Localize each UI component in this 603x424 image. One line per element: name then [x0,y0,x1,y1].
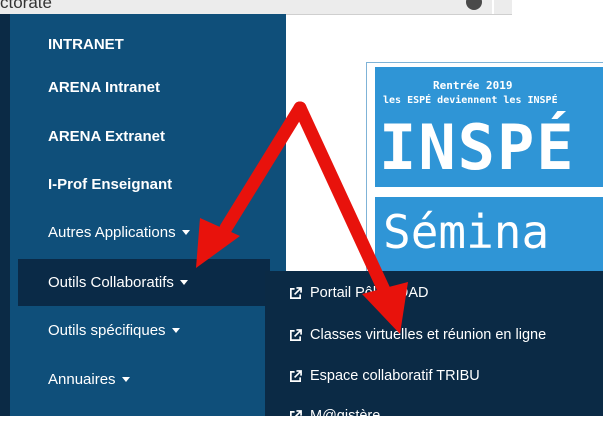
outils-collaboratifs-dropdown: Portail Pôle FOAD Classes virtuelles et … [265,271,603,424]
sidebar-item-arena-intranet[interactable]: ARENA Intranet [18,64,286,111]
banner-top-panel: Rentrée 2019 les ESPÉ deviennent les INS… [375,67,603,187]
sidebar-item-label: Outils spécifiques [48,322,166,339]
sidebar-item-label: INTRANET [48,36,124,53]
top-search-bar: ctorate [0,0,512,15]
sidebar-item-arena-extranet[interactable]: ARENA Extranet [18,113,286,160]
external-link-icon [290,286,302,299]
dropdown-item-label: Espace collaboratif TRIBU [310,368,480,384]
banner-gap [375,187,603,197]
banner-inspe-logo: INSPÉ [379,111,576,184]
caret-down-icon [121,377,130,382]
caret-down-icon [179,280,188,285]
inspe-banner[interactable]: Rentrée 2019 les ESPÉ deviennent les INS… [366,62,603,275]
sidebar-menu: INTRANET ARENA Intranet ARENA Extranet I… [10,14,286,416]
breadcrumb: ctorate [0,0,52,12]
sidebar-item-annuaires[interactable]: Annuaires [18,356,286,403]
caret-down-icon [171,328,180,333]
external-link-icon [290,369,302,382]
dropdown-item-espace-tribu[interactable]: Espace collaboratif TRIBU [289,368,480,384]
banner-line1: Rentrée 2019 [433,79,513,92]
sidebar-item-label: ARENA Intranet [48,79,160,96]
sidebar-item-intranet[interactable]: INTRANET [18,21,286,68]
sidebar-item-label: Autres Applications [48,224,176,241]
dropdown-item-label: Classes virtuelles et réunion en ligne [310,327,547,343]
banner-bottom-panel: Sémina [375,197,603,275]
external-link-icon [290,409,302,422]
sidebar-item-autres-applications[interactable]: Autres Applications [18,209,286,256]
nav-edge [0,14,10,416]
banner-line2: les ESPÉ deviennent les INSPÉ [383,95,558,106]
external-link-icon [290,328,302,341]
sidebar-item-iprof[interactable]: I-Prof Enseignant [18,161,286,208]
sidebar-item-label: ARENA Extranet [48,128,165,145]
dropdown-item-magistere[interactable]: M@gistère [289,408,380,424]
banner-seminar-text: Sémina [383,205,550,259]
sidebar-item-label: Annuaires [48,371,116,388]
sidebar-item-label: I-Prof Enseignant [48,176,173,193]
caret-down-icon [181,230,190,235]
dropdown-item-classes-virtuelles[interactable]: Classes virtuelles et réunion en ligne [289,327,546,343]
divider [492,0,494,14]
dropdown-item-label: Portail Pôle FOAD [310,285,429,301]
dropdown-item-label: M@gistère [310,408,381,424]
search-toggle-icon[interactable] [466,0,482,10]
sidebar-item-outils-collaboratifs[interactable]: Outils Collaboratifs [18,259,270,306]
sidebar-item-label: Outils Collaboratifs [48,274,174,291]
dropdown-item-portail-foad[interactable]: Portail Pôle FOAD [289,285,428,301]
sidebar-item-outils-specifiques[interactable]: Outils spécifiques [18,307,286,354]
